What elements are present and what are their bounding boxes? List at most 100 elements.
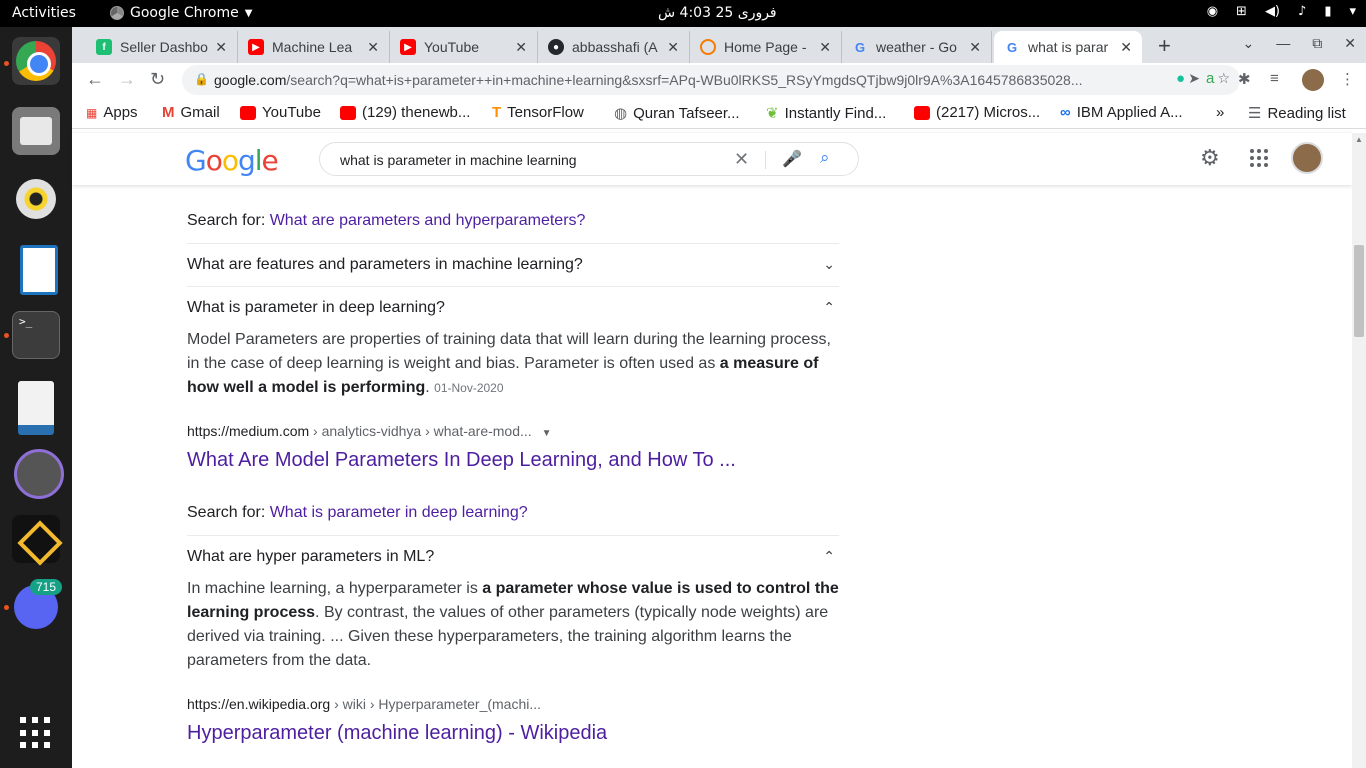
citation-path: › wiki › Hyperparameter_(machi...	[330, 696, 542, 712]
reading-list-icon: ☰	[1248, 105, 1262, 122]
voice-search-icon[interactable]: 🎤	[782, 149, 802, 169]
minimize-icon[interactable]: —	[1276, 35, 1290, 52]
profile-avatar[interactable]	[1302, 69, 1324, 91]
window-controls: ⌄ — ⧉ ✕	[1243, 35, 1356, 52]
divider	[187, 535, 839, 536]
power-menu-caret-icon[interactable]: ▾	[1349, 4, 1356, 19]
show-applications-icon[interactable]	[12, 709, 60, 757]
bookmark-quran-tafseer[interactable]: ◍ Quran Tafseer...	[614, 104, 740, 123]
google-icon: G	[1006, 39, 1018, 55]
tab-3[interactable]: ● abbasshafi (A ✕	[538, 31, 690, 63]
extensions-puzzle-icon[interactable]: ✱	[1238, 70, 1251, 88]
chevron-up-icon[interactable]: ⌃	[823, 548, 835, 565]
chrome-menu-icon[interactable]: ⋮	[1340, 70, 1355, 88]
terminal-dock-icon[interactable]: >_	[12, 311, 60, 359]
maximize-icon[interactable]: ⧉	[1312, 35, 1322, 52]
tab-5[interactable]: G weather - Go ✕	[842, 31, 992, 63]
result-title-link[interactable]: What Are Model Parameters In Deep Learni…	[187, 449, 736, 472]
settings-gear-icon[interactable]: ⚙	[1200, 145, 1220, 171]
bookmark-microsoft[interactable]: (2217) Micros...	[914, 104, 1040, 121]
close-tab-icon[interactable]: ✕	[969, 39, 981, 56]
close-tab-icon[interactable]: ✕	[215, 39, 227, 56]
related-question-row-expanded[interactable]: What are hyper parameters in ML? ⌃	[187, 548, 839, 566]
more-options-caret-icon[interactable]: ▼	[542, 428, 552, 439]
bookmark-instantly-find[interactable]: ❦ Instantly Find...	[766, 104, 886, 123]
github-desktop-dock-icon[interactable]	[12, 447, 64, 499]
result-citation: https://medium.com › analytics-vidhya › …	[187, 423, 551, 439]
tab-0[interactable]: f Seller Dashbo ✕	[86, 31, 238, 63]
close-tab-icon[interactable]: ✕	[819, 39, 831, 56]
tab-6-active[interactable]: G what is parar ✕	[994, 31, 1142, 63]
search-for-link[interactable]: What are parameters and hyperparameters?	[270, 212, 586, 229]
forward-icon[interactable]: →	[118, 69, 136, 90]
google-apps-icon[interactable]	[1250, 149, 1268, 167]
new-tab-button[interactable]: +	[1158, 33, 1171, 59]
system-tray[interactable]: ◉ ⊞ ◀) ♪ ▮ ▾	[1207, 4, 1356, 19]
tab-2[interactable]: ▶ YouTube ✕	[390, 31, 538, 63]
libreoffice-writer-dock-icon[interactable]	[12, 243, 60, 295]
bookmark-apps[interactable]: ▦ Apps	[86, 104, 138, 121]
chevron-up-icon[interactable]: ⌃	[823, 299, 835, 316]
related-question-row[interactable]: What are features and parameters in mach…	[187, 256, 839, 274]
media-control-icon[interactable]: ≡	[1270, 70, 1279, 87]
search-for-link[interactable]: What is parameter in deep learning?	[270, 504, 528, 521]
scrollbar-thumb[interactable]	[1354, 245, 1364, 337]
grammarly-extension-icon[interactable]: ●	[1176, 70, 1185, 87]
tab-search-icon[interactable]: ⌄	[1243, 35, 1255, 52]
result-title-link[interactable]: Hyperparameter (machine learning) - Wiki…	[187, 722, 607, 745]
close-window-icon[interactable]: ✕	[1344, 35, 1356, 52]
document-viewer-dock-icon[interactable]	[12, 379, 60, 435]
related-question-row-expanded[interactable]: What is parameter in deep learning? ⌃	[187, 299, 839, 317]
close-tab-icon[interactable]: ✕	[367, 39, 379, 56]
bookmark-ibm-applied[interactable]: ∞ IBM Applied A...	[1060, 104, 1183, 121]
result-citation: https://en.wikipedia.org › wiki › Hyperp…	[187, 696, 541, 712]
chrome-dock-icon[interactable]	[12, 37, 60, 85]
adblock-extension-icon[interactable]: a	[1206, 70, 1214, 87]
clear-search-icon[interactable]: ✕	[734, 149, 749, 170]
close-tab-icon[interactable]: ✕	[1120, 39, 1132, 56]
address-url[interactable]: google.com/search?q=what+is+parameter++i…	[214, 72, 1094, 88]
bookmarks-overflow[interactable]: »	[1216, 104, 1224, 121]
discord-tray-icon[interactable]: ◉	[1207, 4, 1218, 19]
account-avatar[interactable]	[1291, 142, 1323, 174]
files-dock-icon[interactable]	[12, 107, 60, 155]
bookmark-tensorflow[interactable]: T TensorFlow	[492, 104, 584, 121]
page-scrollbar[interactable]: ▲	[1352, 133, 1366, 768]
close-tab-icon[interactable]: ✕	[515, 39, 527, 56]
send-tab-icon[interactable]: ➤	[1188, 70, 1200, 87]
chevron-down-icon[interactable]: ⌄	[823, 256, 835, 273]
tab-strip: f Seller Dashbo ✕ ▶ Machine Lea ✕ ▶ YouT…	[72, 27, 1366, 63]
binance-dock-icon[interactable]	[12, 515, 60, 563]
reload-icon[interactable]: ↻	[150, 69, 165, 90]
address-bar[interactable]: 🔒 google.com/search?q=what+is+parameter+…	[182, 65, 1240, 95]
bookmark-star-icon[interactable]: ☆	[1217, 70, 1230, 87]
google-logo[interactable]: Google	[185, 144, 279, 177]
discord-notification-badge: 715	[30, 579, 63, 595]
tab-1[interactable]: ▶ Machine Lea ✕	[238, 31, 390, 63]
scroll-up-arrow-icon[interactable]: ▲	[1355, 135, 1363, 144]
microphone-icon[interactable]: ♪	[1298, 4, 1306, 19]
chrome-icon	[110, 6, 124, 20]
close-tab-icon[interactable]: ✕	[667, 39, 679, 56]
bookmark-gmail[interactable]: M Gmail	[162, 104, 220, 121]
activities-button[interactable]: Activities	[12, 5, 76, 21]
back-icon[interactable]: ←	[86, 69, 104, 90]
google-search-box[interactable]: what is parameter in machine learning ✕ …	[319, 142, 859, 176]
tab-4[interactable]: Home Page - ✕	[690, 31, 842, 63]
bookmark-thenewb[interactable]: (129) thenewb...	[340, 104, 470, 121]
bookmark-youtube[interactable]: YouTube	[240, 104, 321, 121]
app-menu[interactable]: Google Chrome ▼	[110, 5, 252, 21]
lock-icon[interactable]: 🔒	[194, 72, 209, 86]
battery-icon[interactable]: ▮	[1324, 4, 1331, 19]
volume-icon[interactable]: ◀)	[1265, 4, 1280, 19]
rhythmbox-dock-icon[interactable]	[12, 175, 60, 223]
network-icon[interactable]: ⊞	[1236, 4, 1247, 19]
citation-host: https://en.wikipedia.org	[187, 696, 331, 712]
search-icon[interactable]: ⌕	[820, 148, 830, 168]
reading-list-button[interactable]: ☰ Reading list	[1248, 104, 1346, 123]
related-question-text: What are features and parameters in mach…	[187, 256, 583, 273]
clock[interactable]: فروری 25 4:03 ش	[658, 5, 777, 21]
leaf-icon: ❦	[766, 105, 779, 122]
search-input[interactable]: what is parameter in machine learning	[340, 152, 577, 168]
double-chevron-right-icon: »	[1216, 104, 1225, 121]
